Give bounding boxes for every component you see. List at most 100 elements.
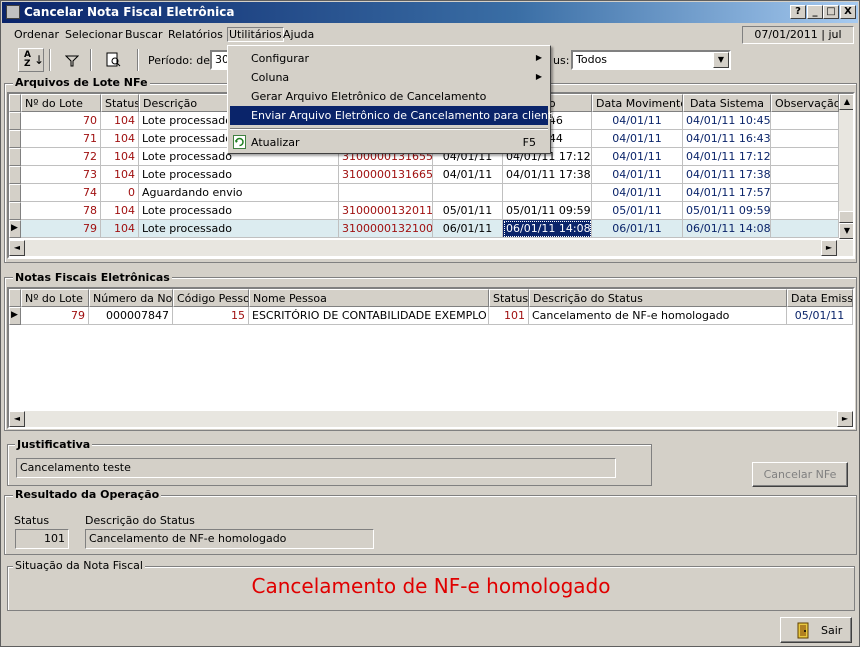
col-header-nf-status[interactable]: Status bbox=[489, 289, 529, 307]
lote-cell-obs[interactable] bbox=[771, 112, 839, 130]
lote-cell-lote[interactable]: 72 bbox=[21, 148, 101, 166]
lote-cell-recibo[interactable]: 310000013210086 bbox=[339, 220, 433, 238]
lote-cell-envio[interactable] bbox=[503, 184, 592, 202]
menu-ajuda[interactable]: Ajuda bbox=[283, 28, 314, 41]
lote-cell-recibo[interactable]: 310000013166531 bbox=[339, 166, 433, 184]
justificativa-input[interactable]: Cancelamento teste bbox=[16, 458, 616, 478]
lote-cell-lote[interactable]: 74 bbox=[21, 184, 101, 202]
lote-cell-sistema[interactable]: 04/01/11 10:45 bbox=[683, 112, 771, 130]
lote-cell-lote[interactable]: 71 bbox=[21, 130, 101, 148]
menu-ordenar[interactable]: Ordenar bbox=[14, 28, 59, 41]
lote-cell-lote[interactable]: 73 bbox=[21, 166, 101, 184]
lote-cell-movimento[interactable]: 04/01/11 bbox=[592, 184, 683, 202]
close-button[interactable]: X bbox=[840, 5, 856, 19]
col-header-status[interactable]: Status bbox=[101, 94, 139, 112]
lote-cell-data[interactable]: 05/01/11 bbox=[433, 202, 503, 220]
lote-cell-data[interactable]: 06/01/11 bbox=[433, 220, 503, 238]
lote-cell-obs[interactable] bbox=[771, 184, 839, 202]
lote-cell-lote[interactable]: 79 bbox=[21, 220, 101, 238]
lote-cell-sistema[interactable]: 05/01/11 09:59 bbox=[683, 202, 771, 220]
lote-cell-sistema[interactable]: 04/01/11 16:43 bbox=[683, 130, 771, 148]
col-header-data-sistema[interactable]: Data Sistema bbox=[683, 94, 771, 112]
nf-cell-emissao[interactable]: 05/01/11 bbox=[787, 307, 853, 325]
lote-cell-status[interactable]: 104 bbox=[101, 220, 139, 238]
scroll-left-icon[interactable]: ◄ bbox=[9, 411, 25, 427]
nf-cell-lote[interactable]: 79 bbox=[21, 307, 89, 325]
lote-cell-movimento[interactable]: 04/01/11 bbox=[592, 130, 683, 148]
scroll-thumb[interactable] bbox=[839, 211, 853, 223]
col-header-lote[interactable]: Nº do Lote bbox=[21, 94, 101, 112]
lote-cell-sistema[interactable]: 04/01/11 17:12 bbox=[683, 148, 771, 166]
lote-cell-envio[interactable]: 05/01/11 09:59 bbox=[503, 202, 592, 220]
menu-buscar[interactable]: Buscar bbox=[125, 28, 163, 41]
col-header-data-movimento[interactable]: Data Movimento bbox=[592, 94, 683, 112]
lote-cell-envio[interactable]: 04/01/11 17:38 bbox=[503, 166, 592, 184]
lote-cell-recibo[interactable] bbox=[339, 184, 433, 202]
lote-cell-descricao[interactable]: Aguardando envio bbox=[139, 184, 339, 202]
lotes-hscrollbar[interactable]: ◄ ► bbox=[9, 240, 853, 256]
scroll-right-icon[interactable]: ► bbox=[837, 411, 853, 427]
filter-button[interactable] bbox=[58, 48, 84, 72]
lote-cell-obs[interactable] bbox=[771, 148, 839, 166]
menu-item-gerar-arquivo[interactable]: Gerar Arquivo Eletrônico de Cancelamento bbox=[230, 87, 548, 106]
col-header-nf-lote[interactable]: Nº do Lote bbox=[21, 289, 89, 307]
notas-hscrollbar[interactable]: ◄ ► bbox=[9, 411, 853, 427]
lote-cell-status[interactable]: 104 bbox=[101, 148, 139, 166]
lote-cell-recibo[interactable]: 310000013201137 bbox=[339, 202, 433, 220]
lote-cell-movimento[interactable]: 04/01/11 bbox=[592, 148, 683, 166]
lote-cell-sistema[interactable]: 04/01/11 17:57 bbox=[683, 184, 771, 202]
scroll-up-icon[interactable]: ▲ bbox=[839, 94, 853, 110]
lote-cell-status[interactable]: 104 bbox=[101, 130, 139, 148]
lote-cell-status[interactable]: 104 bbox=[101, 112, 139, 130]
nf-cell-numero[interactable]: 000007847 bbox=[89, 307, 173, 325]
nf-cell-nome[interactable]: ESCRITÓRIO DE CONTABILIDADE EXEMPLO bbox=[249, 307, 489, 325]
cancelar-nfe-button[interactable]: Cancelar NFe bbox=[752, 462, 848, 487]
lotes-vscrollbar[interactable]: ▲ ▼ bbox=[839, 94, 853, 239]
col-header-observacao[interactable]: Observação bbox=[771, 94, 839, 112]
lote-cell-descricao[interactable]: Lote processado bbox=[139, 220, 339, 238]
col-header-numero-nota[interactable]: Número da Nota bbox=[89, 289, 173, 307]
lote-cell-lote[interactable]: 78 bbox=[21, 202, 101, 220]
lote-cell-descricao[interactable]: Lote processado bbox=[139, 202, 339, 220]
lote-cell-envio[interactable]: 06/01/11 14:08 bbox=[503, 220, 592, 238]
lote-cell-movimento[interactable]: 04/01/11 bbox=[592, 166, 683, 184]
menu-selecionar[interactable]: Selecionar bbox=[65, 28, 123, 41]
lote-cell-obs[interactable] bbox=[771, 202, 839, 220]
help-button[interactable]: ? bbox=[790, 5, 806, 19]
menu-item-coluna[interactable]: Coluna ▶ bbox=[230, 68, 548, 87]
col-header-descricao-status[interactable]: Descrição do Status bbox=[529, 289, 787, 307]
lote-cell-data[interactable]: 04/01/11 bbox=[433, 166, 503, 184]
lote-cell-movimento[interactable]: 04/01/11 bbox=[592, 112, 683, 130]
sort-az-button[interactable]: AZ ↓ bbox=[18, 48, 44, 72]
status-select[interactable]: Todos ▼ bbox=[571, 50, 731, 70]
lote-cell-movimento[interactable]: 05/01/11 bbox=[592, 202, 683, 220]
scroll-down-icon[interactable]: ▼ bbox=[839, 223, 853, 239]
menu-item-configurar[interactable]: Configurar ▶ bbox=[230, 49, 548, 68]
lote-cell-data[interactable] bbox=[433, 184, 503, 202]
scroll-right-icon[interactable]: ► bbox=[821, 240, 837, 256]
menu-relatorios[interactable]: Relatórios bbox=[168, 28, 223, 41]
lote-cell-status[interactable]: 0 bbox=[101, 184, 139, 202]
lote-cell-sistema[interactable]: 06/01/11 14:08 bbox=[683, 220, 771, 238]
menu-utilitarios[interactable]: Utilitários bbox=[227, 27, 284, 42]
col-header-codigo-pessoa[interactable]: Código Pessoa bbox=[173, 289, 249, 307]
maximize-button[interactable]: □ bbox=[823, 5, 839, 19]
chevron-down-icon[interactable]: ▼ bbox=[713, 52, 729, 68]
scroll-left-icon[interactable]: ◄ bbox=[9, 240, 25, 256]
nf-cell-status[interactable]: 101 bbox=[489, 307, 529, 325]
lote-cell-movimento[interactable]: 06/01/11 bbox=[592, 220, 683, 238]
nf-cell-codigo[interactable]: 15 bbox=[173, 307, 249, 325]
lote-cell-status[interactable]: 104 bbox=[101, 166, 139, 184]
minimize-button[interactable]: _ bbox=[807, 5, 823, 19]
lote-cell-lote[interactable]: 70 bbox=[21, 112, 101, 130]
lote-cell-status[interactable]: 104 bbox=[101, 202, 139, 220]
menu-item-atualizar[interactable]: Atualizar F5 bbox=[230, 133, 548, 152]
sair-button[interactable]: Sair bbox=[780, 617, 852, 643]
lote-cell-obs[interactable] bbox=[771, 220, 839, 238]
preview-button[interactable] bbox=[100, 48, 126, 72]
nf-cell-descricao[interactable]: Cancelamento de NF-e homologado bbox=[529, 307, 787, 325]
lote-cell-obs[interactable] bbox=[771, 166, 839, 184]
col-header-data-emissao[interactable]: Data Emissão bbox=[787, 289, 853, 307]
lote-cell-obs[interactable] bbox=[771, 130, 839, 148]
menu-item-enviar-arquivo[interactable]: Enviar Arquivo Eletrônico de Cancelament… bbox=[230, 106, 565, 125]
